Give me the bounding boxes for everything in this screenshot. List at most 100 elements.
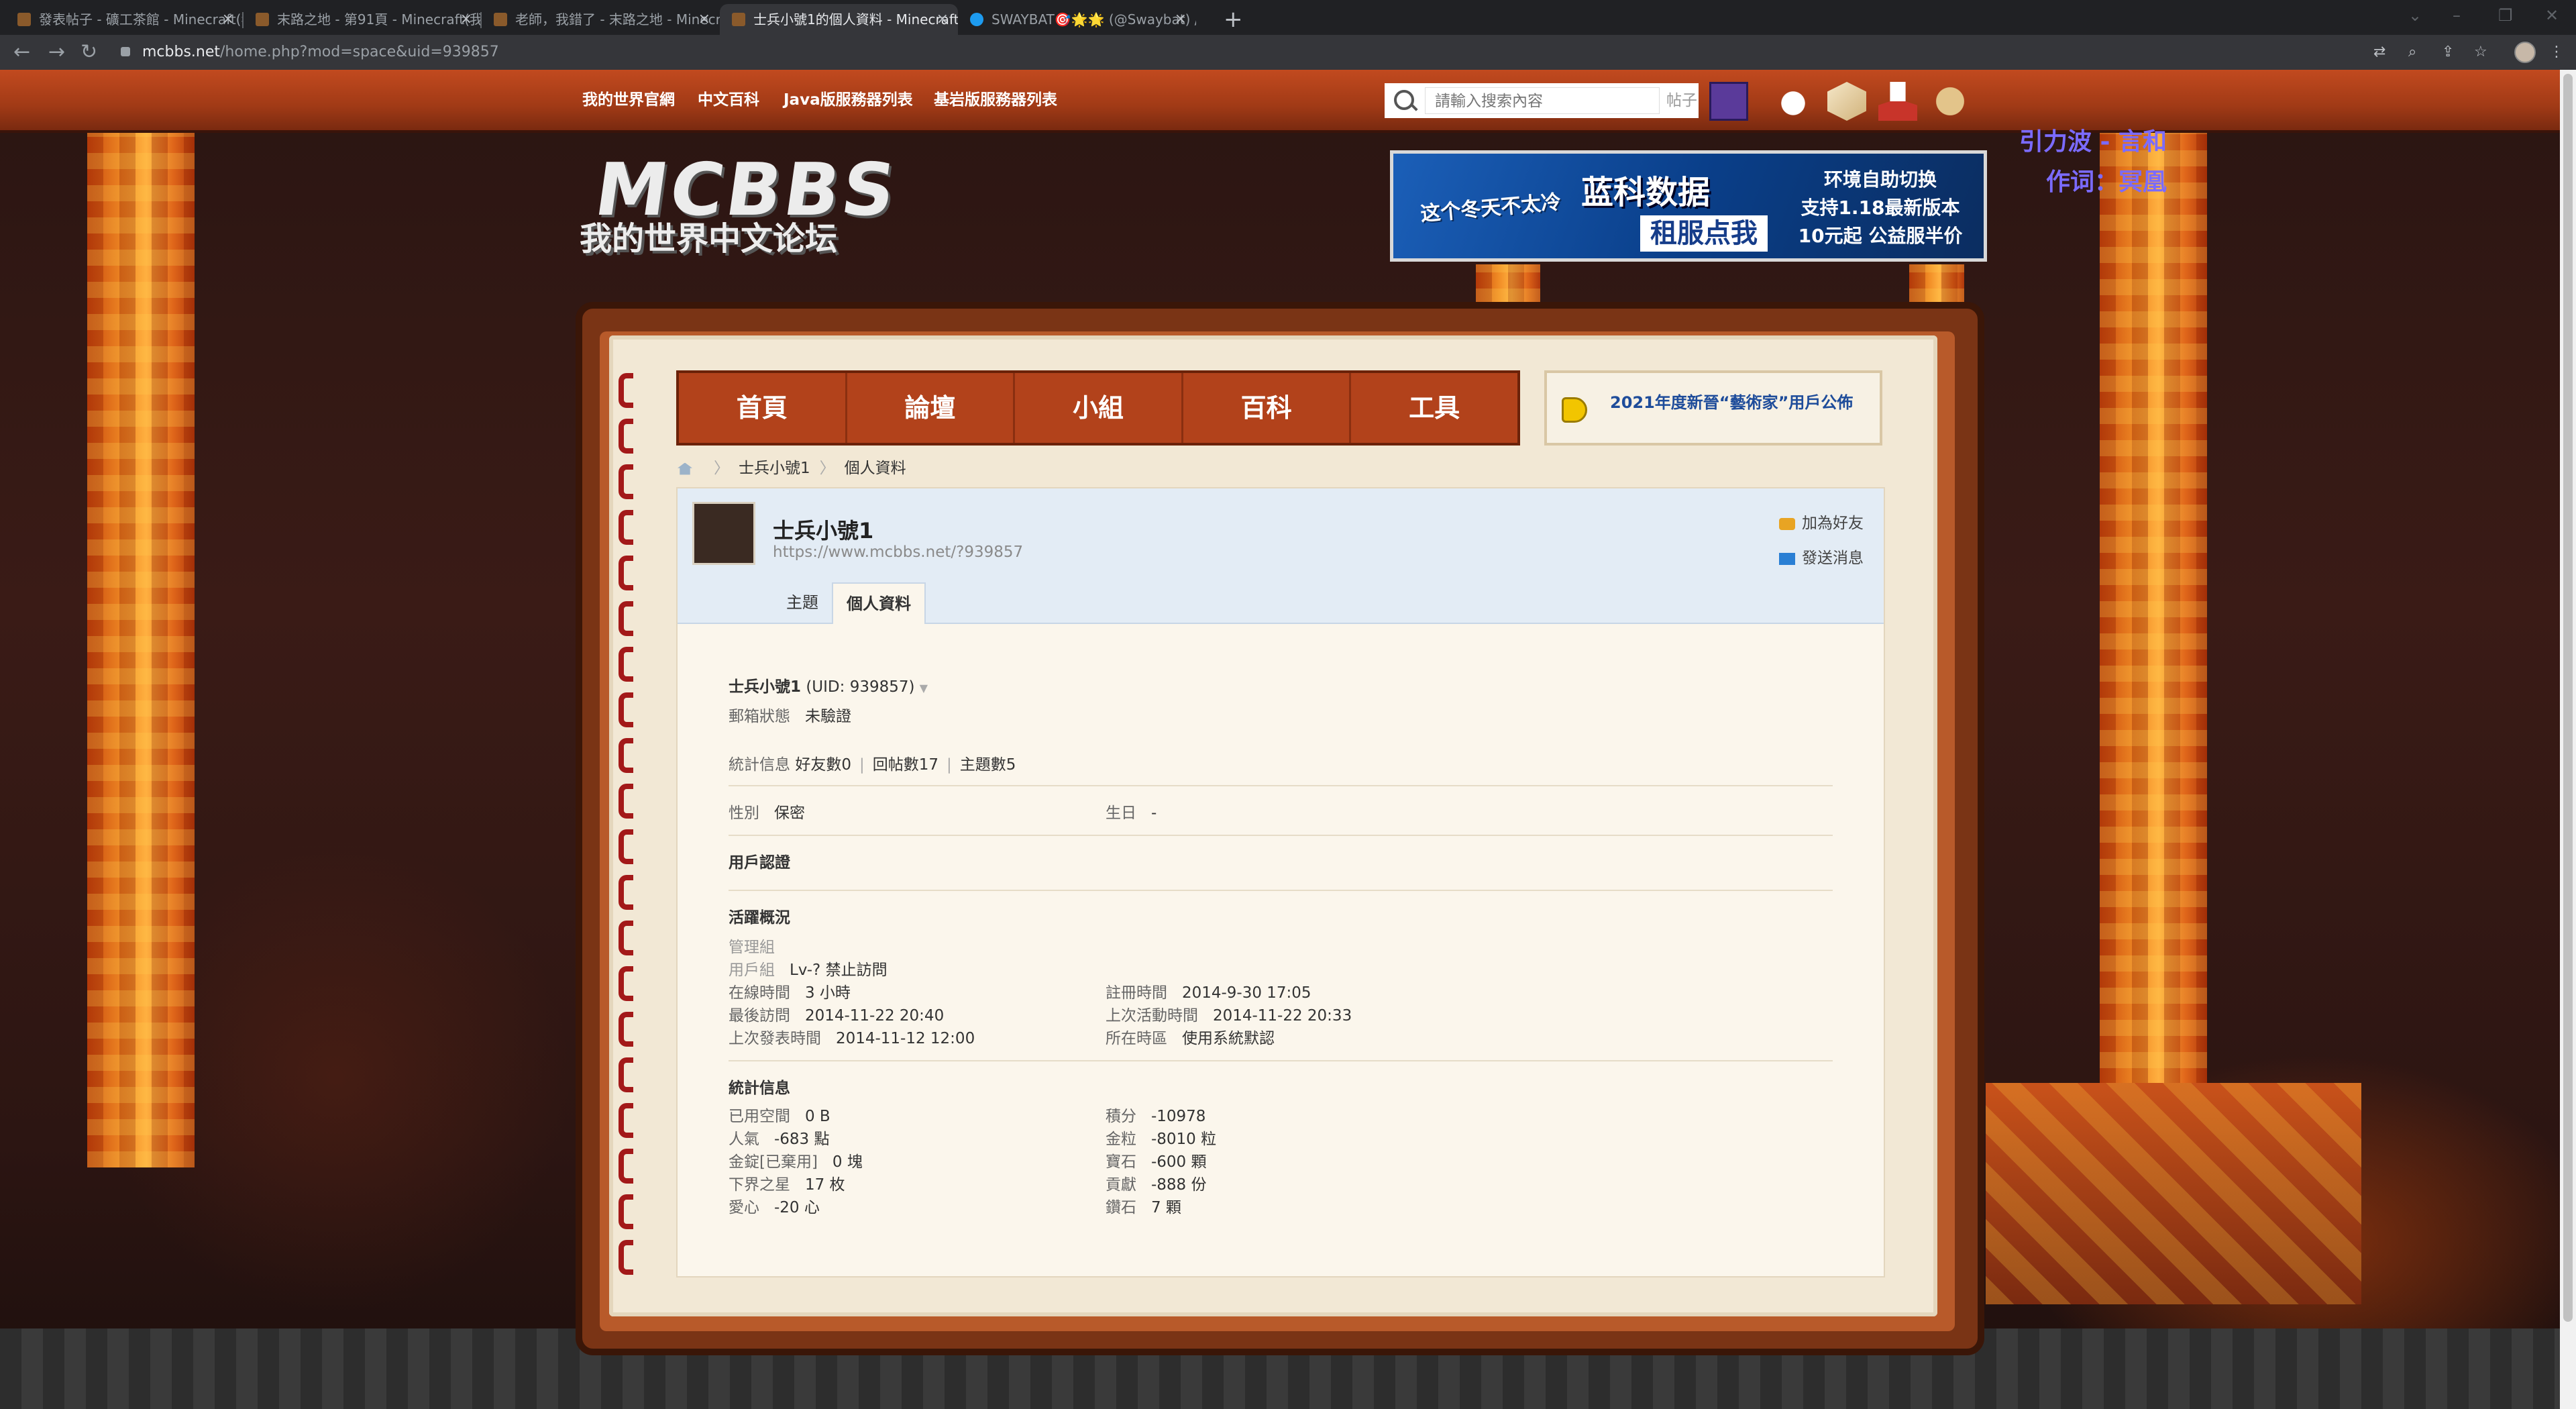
admin-group-label: 管理組 bbox=[729, 939, 775, 956]
close-tab-icon[interactable]: × bbox=[460, 4, 472, 35]
email-status-row: 郵箱狀態 未驗證 bbox=[729, 708, 851, 725]
mcbbs-favicon-icon bbox=[17, 13, 31, 26]
binding-ring bbox=[619, 1149, 633, 1184]
breadcrumb-user[interactable]: 士兵小號1 bbox=[739, 460, 810, 477]
tab-profile[interactable]: 個人資料 bbox=[832, 582, 926, 624]
divider bbox=[729, 835, 1833, 836]
tab-threads[interactable]: 主題 bbox=[773, 582, 832, 623]
twitter-favicon-icon bbox=[970, 13, 983, 26]
send-message-button[interactable]: 發送消息 bbox=[1779, 545, 1864, 568]
search-input[interactable] bbox=[1425, 87, 1660, 114]
last-visit-row: 最後訪問 2014-11-22 20:40 bbox=[729, 1007, 945, 1025]
browser-tab[interactable]: SWAYBAT🎯🌟🌟 (@Swaybat) / Twitter × bbox=[958, 4, 1196, 35]
site-logo[interactable]: MCBBS 我的世界中文论坛 bbox=[580, 148, 915, 258]
crafting-block-icon[interactable] bbox=[1827, 82, 1866, 121]
caret-down-icon[interactable]: ▼ bbox=[920, 682, 928, 694]
nav-link-java-servers[interactable]: Java版服務器列表 bbox=[784, 70, 913, 130]
share-icon[interactable]: ⇪ bbox=[2442, 40, 2454, 64]
omnibox[interactable]: mcbbs.net/home.php?mod=space&uid=939857 bbox=[113, 38, 2576, 67]
mcbbs-favicon-icon bbox=[494, 13, 507, 26]
cookie-settings-icon[interactable] bbox=[1931, 82, 1970, 121]
close-tab-icon[interactable]: × bbox=[1175, 4, 1187, 35]
translate-icon[interactable]: ⇄ bbox=[2373, 40, 2385, 64]
browser-tab[interactable]: 老師，我錯了 - 末路之地 - Minecraft(我的世界)中文論壇 × bbox=[482, 4, 720, 35]
scrollbar-thumb[interactable] bbox=[2563, 74, 2573, 1322]
mcbbs-favicon-icon bbox=[732, 13, 745, 26]
add-friend-button[interactable]: 加為好友 bbox=[1779, 510, 1864, 533]
address-bar-row: ← → ↻ mcbbs.net/home.php?mod=space&uid=9… bbox=[0, 35, 2576, 70]
banner-features: 环境自助切换 支持1.18最新版本 10元起 公益服半价 bbox=[1798, 168, 1963, 247]
lyrics-line: 引力波 - 言和 bbox=[2019, 128, 2167, 156]
menu-kebab-icon[interactable]: ⋮ bbox=[2549, 40, 2564, 64]
profile-url[interactable]: https://www.mcbbs.net/?939857 bbox=[773, 543, 1023, 561]
lava-patch bbox=[1476, 264, 1540, 305]
restore-icon[interactable]: ❐ bbox=[2498, 4, 2513, 27]
bookmark-star-icon[interactable]: ☆ bbox=[2474, 40, 2487, 64]
browser-tab-active[interactable]: 士兵小號1的個人資料 - Minecraft(我的世界)中文論壇 × bbox=[720, 4, 958, 35]
close-window-icon[interactable]: ✕ bbox=[2545, 4, 2559, 27]
online-time-row: 在線時間 3 小時 bbox=[729, 984, 851, 1002]
friends-count-link[interactable]: 好友數0 bbox=[795, 756, 851, 774]
mcbbs-favicon-icon bbox=[256, 13, 269, 26]
binding-ring bbox=[619, 738, 633, 773]
ad-banner[interactable]: 这个冬天不太冷 蓝科数据 租服点我 环境自助切换 支持1.18最新版本 10元起… bbox=[1390, 150, 1987, 262]
binding-ring bbox=[619, 1194, 633, 1229]
uid-line: 士兵小號1 (UID: 939857) ▼ bbox=[729, 674, 928, 696]
close-tab-icon[interactable]: × bbox=[222, 4, 234, 35]
url-text[interactable]: mcbbs.net/home.php?mod=space&uid=939857 bbox=[142, 38, 499, 67]
site-top-nav: 我的世界官網 中文百科 Java版服務器列表 基岩版服務器列表 帖子▼ bbox=[0, 70, 2560, 133]
close-tab-icon[interactable]: × bbox=[698, 4, 710, 35]
nav-link-official-site[interactable]: 我的世界官網 bbox=[582, 70, 675, 130]
breadcrumb: 〉士兵小號1 〉個人資料 bbox=[678, 455, 906, 482]
user-group-link[interactable]: Lv-? 禁止訪問 bbox=[790, 961, 888, 979]
main-nav-wiki[interactable]: 百科 bbox=[1183, 373, 1352, 443]
zoom-icon[interactable]: ⌕ bbox=[2408, 40, 2416, 64]
back-arrow-icon[interactable]: ← bbox=[13, 39, 30, 66]
nav-link-bedrock-servers[interactable]: 基岩版服務器列表 bbox=[934, 70, 1057, 130]
binding-ring bbox=[619, 1103, 633, 1138]
profile-avatar[interactable] bbox=[2514, 42, 2536, 63]
binding-ring bbox=[619, 464, 633, 499]
breadcrumb-current[interactable]: 個人資料 bbox=[845, 460, 906, 477]
tab-search-icon[interactable]: ⌄ bbox=[2408, 4, 2422, 27]
new-tab-button[interactable]: + bbox=[1224, 4, 1243, 35]
divider bbox=[729, 785, 1833, 786]
reload-icon[interactable]: ↻ bbox=[80, 39, 97, 66]
announcement-box[interactable]: 2021年度新晉“藝術家”用戶公佈 bbox=[1544, 370, 1882, 446]
stats-heading: 統計信息 bbox=[729, 1080, 790, 1097]
stat-row: 已用空間 0 B bbox=[729, 1108, 830, 1125]
main-nav-home[interactable]: 首頁 bbox=[679, 373, 847, 443]
browser-tab[interactable]: 末路之地 - 第91頁 - Minecraft(我的世界)中文論壇 × bbox=[244, 4, 482, 35]
browser-tab[interactable]: 發表帖子 - 礦工茶館 - Minecraft(我的世界)中文論壇 - × bbox=[5, 4, 244, 35]
profile-username[interactable]: 士兵小號1 bbox=[773, 514, 873, 545]
stat-row: 金粒 -8010 粒 bbox=[1106, 1131, 1217, 1148]
binding-ring bbox=[619, 875, 633, 910]
avatar[interactable] bbox=[692, 502, 755, 565]
main-nav-tools[interactable]: 工具 bbox=[1351, 373, 1517, 443]
threads-count-link[interactable]: 主題數5 bbox=[960, 756, 1016, 774]
divider bbox=[729, 1060, 1833, 1061]
page-scrollbar[interactable] bbox=[2560, 70, 2576, 1409]
lava-floor bbox=[1986, 1083, 2361, 1304]
main-nav-groups[interactable]: 小組 bbox=[1015, 373, 1183, 443]
last-active-row: 上次活動時間 2014-11-22 20:33 bbox=[1106, 1007, 1352, 1025]
minimize-icon[interactable]: – bbox=[2453, 4, 2461, 27]
search-icon[interactable] bbox=[1394, 90, 1414, 110]
lock-icon bbox=[121, 47, 130, 56]
potion-icon[interactable] bbox=[1878, 82, 1917, 121]
replies-count-link[interactable]: 回帖數17 bbox=[873, 756, 938, 774]
nav-link-wiki[interactable]: 中文百科 bbox=[698, 70, 759, 130]
chat-bubble-icon[interactable] bbox=[1774, 82, 1813, 121]
timezone-row: 所在時區 使用系統默認 bbox=[1106, 1030, 1275, 1047]
home-icon[interactable] bbox=[678, 462, 692, 475]
lyrics-line: 作词：冥凰 bbox=[2045, 168, 2167, 196]
close-tab-icon[interactable]: × bbox=[936, 4, 949, 35]
announcement-link[interactable]: 2021年度新晉“藝術家”用戶公佈 bbox=[1610, 389, 1853, 413]
binding-ring bbox=[619, 556, 633, 590]
banner-brand: 蓝科数据 bbox=[1581, 174, 1711, 211]
binding-ring bbox=[619, 1240, 633, 1275]
forward-arrow-icon[interactable]: → bbox=[48, 39, 65, 66]
creeper-avatar-icon[interactable] bbox=[1709, 82, 1748, 121]
main-nav-forum[interactable]: 論壇 bbox=[847, 373, 1016, 443]
binding-ring bbox=[619, 784, 633, 819]
